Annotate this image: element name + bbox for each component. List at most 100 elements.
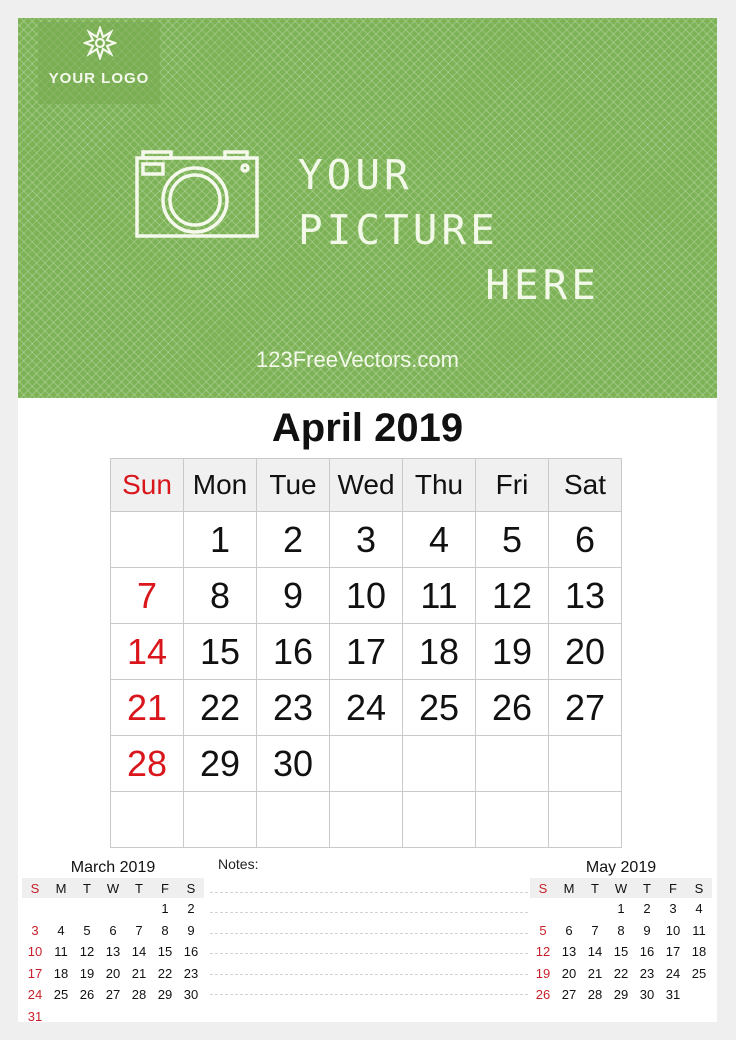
may-day-cell [530, 898, 556, 920]
march-day-cell: 4 [57, 922, 65, 938]
april-day-cell: 19 [475, 623, 549, 680]
april-day-cell: 11 [402, 567, 476, 624]
april-day-cell: 22 [183, 679, 257, 736]
april-day-cell: 28 [110, 735, 184, 792]
may-day-cell: 24 [665, 965, 681, 981]
prev-month-calendar: March 2019 S M T W T F S 1 2 3 4 5 6 7 8 9 10 11 12 13 14 15 1… [22, 858, 204, 1027]
may-day-cell: 11 [692, 922, 706, 938]
april-day-cell [329, 735, 403, 792]
march-day-cell [178, 1006, 204, 1028]
note-line[interactable] [210, 954, 528, 975]
may-week-row: 1 2 3 4 [530, 898, 712, 920]
march-day-cell: 25 [53, 987, 69, 1003]
note-line[interactable] [210, 893, 528, 913]
april-day-cell: 24 [329, 679, 403, 736]
march-day-cell: 28 [131, 987, 147, 1003]
march-weekday: T [126, 878, 152, 898]
may-day-cell: 10 [665, 922, 681, 938]
april-day-cell: 6 [548, 511, 622, 568]
march-day-cell: 30 [183, 987, 199, 1003]
camera-icon [135, 150, 259, 238]
may-weekday: W [608, 878, 634, 898]
note-line[interactable] [210, 913, 528, 934]
march-day-cell: 10 [27, 944, 43, 960]
may-day-cell: 31 [665, 987, 681, 1003]
april-day-cell: 13 [548, 567, 622, 624]
month-grid: Sun Mon Tue Wed Thu Fri Sat 1 2 3 4 5 6 7 8 9 10 11 12 13 14… [110, 458, 622, 848]
april-day-cell: 8 [183, 567, 257, 624]
may-weekday: S [530, 878, 556, 898]
april-weekday-header: Sun Mon Tue Wed Thu Fri Sat [110, 458, 622, 512]
may-day-cell [582, 898, 608, 920]
march-day-cell: 5 [83, 922, 91, 938]
march-day-cell: 13 [105, 944, 121, 960]
may-day-cell: 26 [535, 987, 551, 1003]
note-line[interactable] [210, 975, 528, 995]
march-day-cell: 11 [54, 944, 68, 960]
may-weekday: T [582, 878, 608, 898]
april-day-cell [548, 735, 622, 792]
may-day-cell: 6 [565, 922, 573, 938]
april-day-cell [329, 791, 403, 848]
april-day-cell: 2 [256, 511, 330, 568]
april-day-cell [256, 791, 330, 848]
march-weekday: W [100, 878, 126, 898]
march-day-cell: 1 [161, 901, 169, 917]
notes-label: Notes: [218, 856, 259, 872]
march-day-cell: 26 [79, 987, 95, 1003]
april-day-cell [475, 791, 549, 848]
april-week-row: 123456 [110, 511, 622, 568]
april-week-row: 7 8 9 10 11 12 13 [110, 567, 622, 624]
may-day-cell: 18 [691, 944, 707, 960]
march-week-row: 3 4 5 6 7 8 9 [22, 920, 204, 942]
may-day-cell [556, 898, 582, 920]
picture-caption: YOUR PICTURE HERE [298, 148, 628, 313]
march-week-row: 12 [22, 898, 204, 920]
next-month-title: May 2019 [585, 859, 657, 876]
march-weekday: T [74, 878, 100, 898]
april-day-cell: 21 [110, 679, 184, 736]
april-day-cell: 5 [475, 511, 549, 568]
april-day-cell: 30 [256, 735, 330, 792]
note-line[interactable] [210, 872, 528, 893]
april-day-cell: 20 [548, 623, 622, 680]
april-day-cell: 7 [110, 567, 184, 624]
march-day-cell: 7 [135, 922, 143, 938]
march-day-cell [100, 1006, 126, 1028]
may-day-cell: 27 [561, 987, 577, 1003]
march-weekday: S [178, 878, 204, 898]
next-month-grid: S M T W T F S 1 2 3 4 5 6 7 8 9 10 11 12 13 14 15 16 17 18 19 20 21… [530, 878, 712, 1006]
march-day-cell [74, 898, 100, 920]
may-week-row: 12 13 14 15 16 17 18 [530, 941, 712, 963]
may-day-cell: 29 [613, 987, 629, 1003]
april-day-cell: 4 [402, 511, 476, 568]
march-day-cell: 21 [131, 965, 147, 981]
april-day-cell: 9 [256, 567, 330, 624]
march-day-cell: 19 [79, 965, 95, 981]
may-day-cell: 13 [561, 944, 577, 960]
march-day-cell: 16 [183, 944, 199, 960]
note-line[interactable] [210, 934, 528, 954]
may-day-cell: 14 [587, 944, 603, 960]
april-day-cell: 17 [329, 623, 403, 680]
may-week-row: 19 20 21 22 23 24 25 [530, 963, 712, 985]
march-day-cell [74, 1006, 100, 1028]
may-day-cell: 20 [561, 965, 577, 981]
march-day-cell: 17 [27, 965, 43, 981]
march-day-cell: 9 [187, 922, 195, 938]
website-link[interactable]: 123FreeVectors.com [256, 347, 459, 373]
april-weekday: Sat [548, 458, 622, 512]
notes-area: Notes: [210, 856, 528, 995]
may-day-cell: 16 [639, 944, 655, 960]
april-day-cell: 15 [183, 623, 257, 680]
april-day-cell [183, 791, 257, 848]
april-day-cell: 25 [402, 679, 476, 736]
may-day-cell [686, 984, 712, 1006]
march-weekday: F [152, 878, 178, 898]
may-weekday: S [686, 878, 712, 898]
may-day-cell: 8 [617, 922, 625, 938]
march-day-cell [152, 1006, 178, 1028]
april-day-cell: 29 [183, 735, 257, 792]
march-day-cell: 22 [157, 965, 173, 981]
march-weekday: M [48, 878, 74, 898]
